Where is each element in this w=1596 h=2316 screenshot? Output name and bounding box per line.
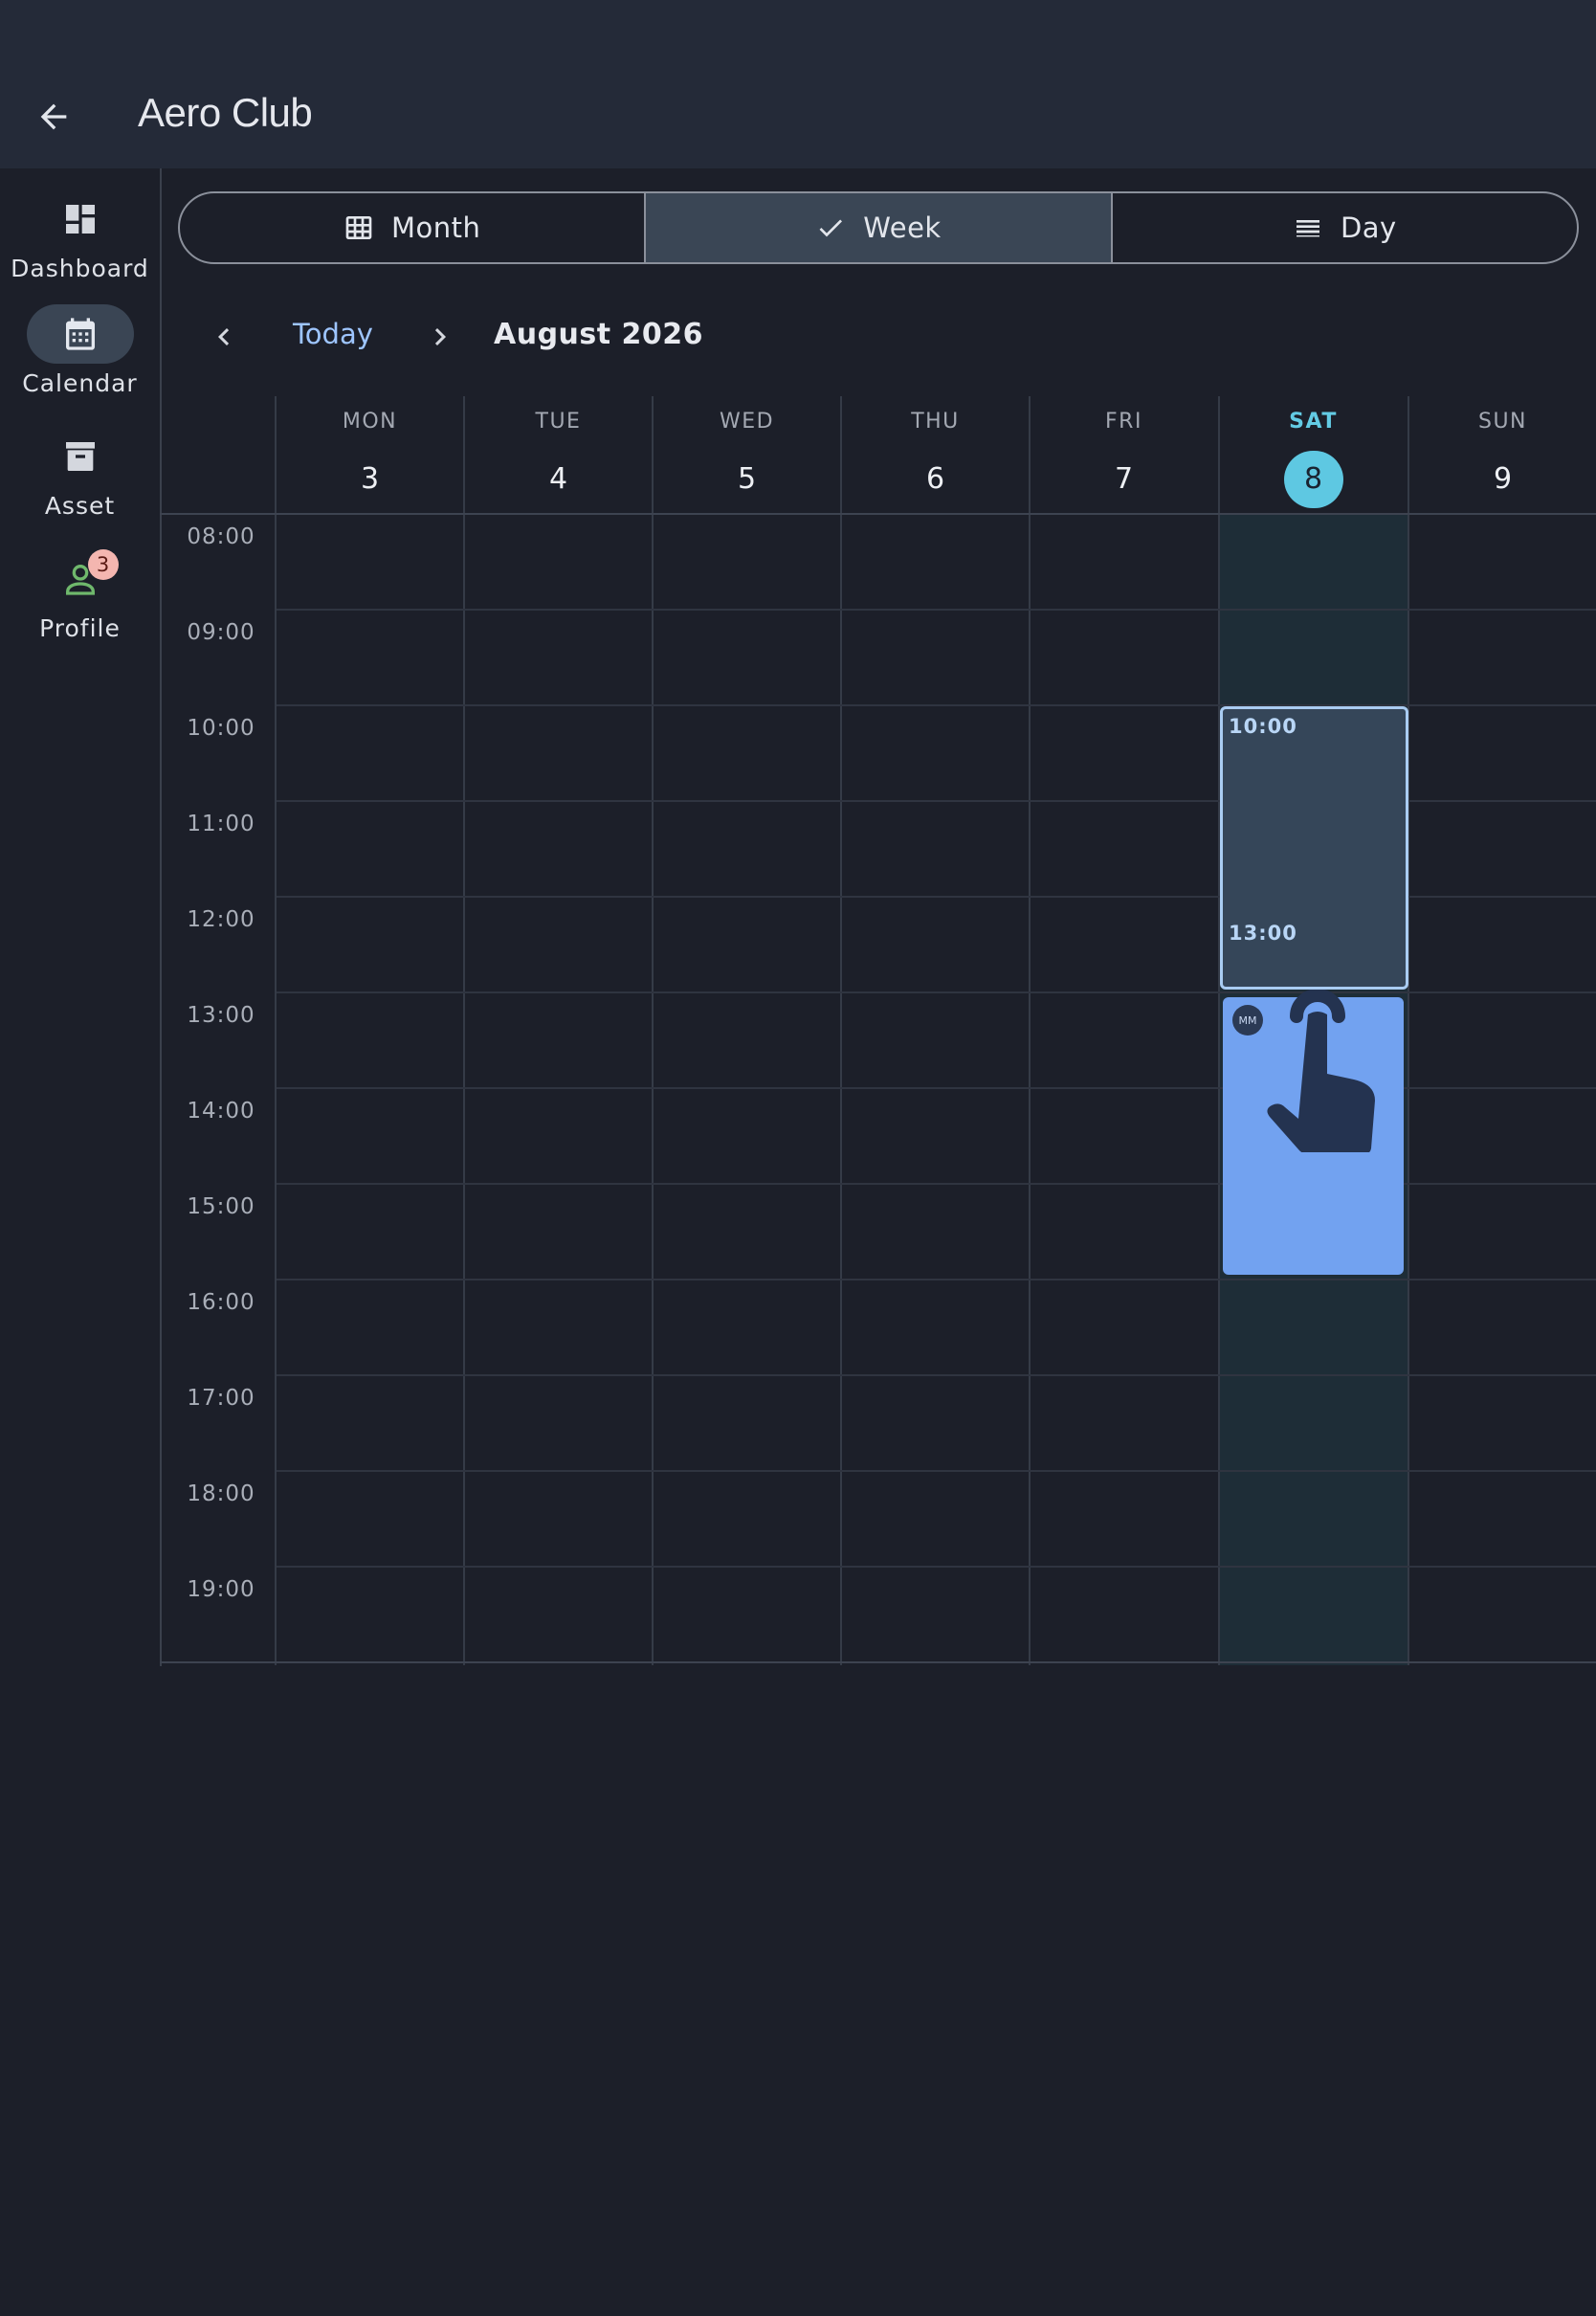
day-of-week: SAT — [1289, 410, 1338, 434]
chevron-right-icon — [434, 328, 446, 345]
day-header[interactable]: TUE 4 — [465, 410, 652, 508]
day-header[interactable]: WED 5 — [654, 410, 840, 508]
check-icon — [819, 219, 843, 237]
day-number: 9 — [1493, 462, 1513, 496]
rail-item-profile[interactable]: 3 Profile — [0, 549, 160, 655]
arrow-back-icon — [40, 103, 67, 130]
hour-label: 08:00 — [187, 524, 255, 549]
current-month-label: August 2026 — [494, 318, 704, 351]
rail-label: Dashboard — [11, 255, 149, 282]
chevron-left-icon — [218, 328, 230, 345]
week-grid[interactable]: MON 3 TUE 4 WED 5 THU 6 FRI 7 SAT 8 SUN … — [160, 396, 1596, 1665]
hour-label: 10:00 — [187, 716, 255, 741]
day-number: 7 — [1114, 462, 1134, 496]
previous-week-button[interactable] — [205, 316, 243, 358]
grid-icon — [345, 216, 372, 239]
hour-label: 18:00 — [187, 1481, 255, 1506]
rail-label: Asset — [44, 492, 116, 520]
day-of-week: FRI — [1105, 410, 1142, 434]
day-of-week: TUE — [535, 410, 582, 434]
rail-item-dashboard[interactable]: Dashboard — [0, 189, 160, 295]
hour-label: 16:00 — [187, 1290, 255, 1315]
day-of-week: SUN — [1477, 410, 1528, 434]
time-selection[interactable]: 10:00 13:00 — [1220, 706, 1408, 990]
month-view-button[interactable]: Month — [180, 193, 644, 262]
day-header[interactable]: SUN 9 — [1409, 410, 1596, 508]
hour-label: 13:00 — [187, 1003, 255, 1028]
rail-item-calendar[interactable]: Calendar — [0, 304, 160, 410]
tap-hand-icon — [1267, 990, 1375, 1152]
week-view-label: Week — [863, 212, 942, 244]
rail-label: Calendar — [22, 369, 138, 397]
navigation-rail: Dashboard Calendar Asset 3 Profile — [0, 168, 162, 1666]
hour-label: 09:00 — [187, 620, 255, 645]
month-view-label: Month — [390, 212, 481, 244]
selection-start-time: 10:00 — [1229, 715, 1297, 738]
day-number: 4 — [548, 462, 568, 496]
hour-label: 15:00 — [187, 1194, 255, 1219]
dashboard-icon — [65, 205, 95, 234]
app-title: Aero Club — [138, 90, 313, 135]
day-view-label: Day — [1340, 212, 1397, 244]
hour-label: 11:00 — [187, 812, 255, 836]
day-number: 3 — [360, 462, 380, 496]
today-button[interactable]: Today — [293, 318, 373, 350]
hour-label: 12:00 — [187, 907, 255, 932]
day-number: 6 — [925, 462, 945, 496]
hour-label: 19:00 — [187, 1577, 255, 1602]
day-header[interactable]: MON 3 — [277, 410, 463, 508]
selection-end-time: 13:00 — [1229, 922, 1297, 945]
list-icon — [1296, 220, 1319, 237]
calendar-icon — [65, 318, 95, 350]
avatar: MM — [1232, 1005, 1263, 1036]
day-header[interactable]: THU 6 — [842, 410, 1029, 508]
day-header-today[interactable]: SAT 8 — [1220, 410, 1407, 508]
day-of-week: MON — [342, 410, 398, 434]
rail-item-asset[interactable]: Asset — [0, 427, 160, 532]
day-number: 8 — [1283, 451, 1343, 508]
week-view-button[interactable]: Week — [644, 193, 1111, 262]
rail-label: Profile — [39, 614, 121, 642]
hour-label: 17:00 — [187, 1386, 255, 1411]
next-week-button[interactable] — [421, 316, 459, 358]
day-header[interactable]: FRI 7 — [1031, 410, 1217, 508]
day-view-button[interactable]: Day — [1110, 193, 1577, 262]
hour-label: 14:00 — [187, 1099, 255, 1124]
back-button[interactable] — [29, 92, 78, 142]
day-of-week: WED — [719, 410, 775, 434]
day-number: 5 — [737, 462, 757, 496]
notification-badge: 3 — [87, 549, 119, 580]
archive-icon — [65, 442, 95, 471]
app-bar: Aero Club — [0, 0, 1596, 168]
view-switcher: Month Week Day — [178, 191, 1579, 264]
day-of-week: THU — [911, 410, 960, 434]
